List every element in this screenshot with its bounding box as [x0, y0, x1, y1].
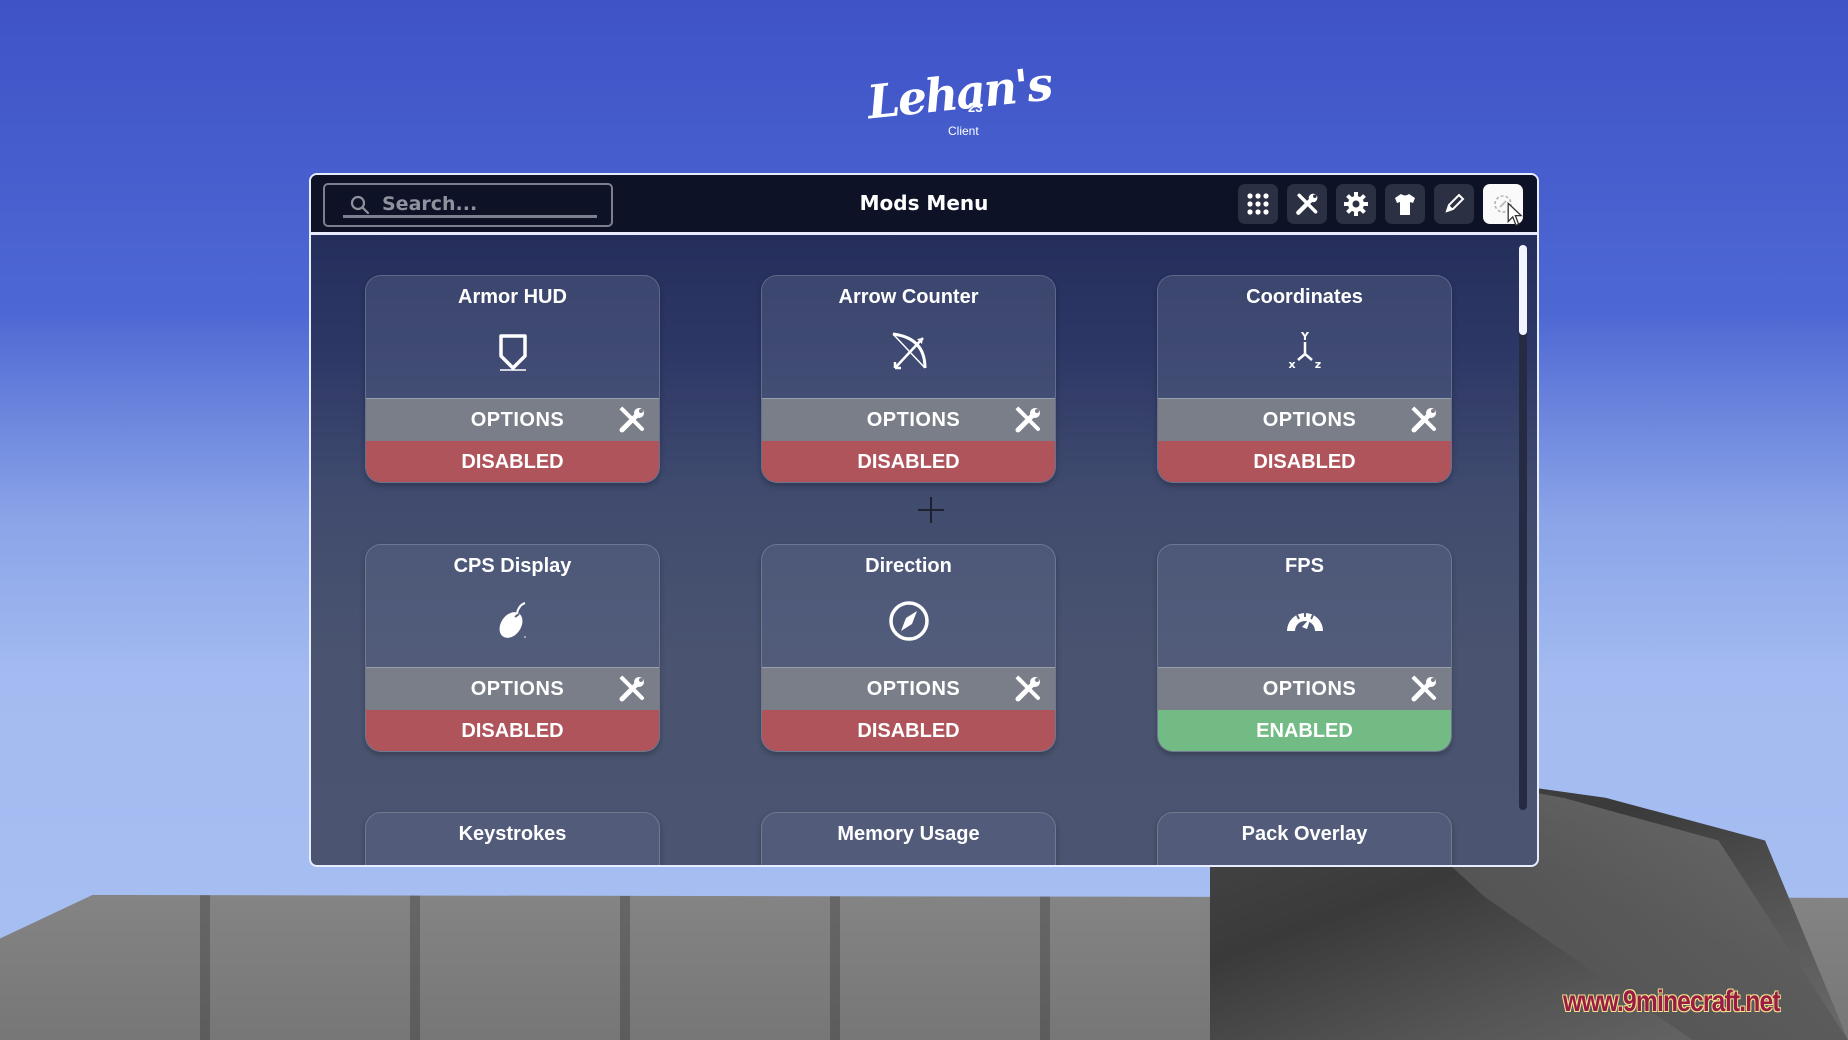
grid-icon	[1247, 193, 1269, 215]
toggle-status-button[interactable]: ENABLED	[1158, 710, 1451, 751]
bow-arrow-icon	[891, 332, 926, 370]
watermark: www.9minecraft.net	[1563, 985, 1781, 1018]
mods-grid: Armor HUD OPTIONS DISABLED Arrow Counter	[311, 175, 1537, 865]
tools-icon	[1015, 675, 1040, 702]
mod-card-arrow-counter: Arrow Counter OPTIONS DISABLED	[761, 275, 1056, 483]
scrollbar-thumb[interactable]	[1519, 245, 1527, 335]
options-button[interactable]: OPTIONS	[762, 398, 1055, 441]
toggle-status-button[interactable]: DISABLED	[762, 441, 1055, 482]
options-button[interactable]: OPTIONS	[1158, 398, 1451, 441]
gear-icon	[1344, 192, 1368, 216]
shield-icon	[498, 334, 527, 371]
mod-card-fps: FPS OPTIONS ENABLED	[1157, 544, 1452, 752]
mod-card-armor-hud: Armor HUD OPTIONS DISABLED	[365, 275, 660, 483]
options-button[interactable]: OPTIONS	[366, 398, 659, 441]
mod-title: Arrow Counter	[838, 286, 979, 308]
svg-text:Y: Y	[1300, 330, 1310, 343]
settings-button[interactable]	[1336, 184, 1376, 224]
panel-header: Mods Menu	[311, 175, 1537, 235]
mods-grid-button[interactable]	[1238, 184, 1278, 224]
mod-title: Direction	[865, 555, 952, 577]
mod-card-memory-usage: Memory Usage	[761, 812, 1056, 865]
options-label: OPTIONS	[866, 409, 961, 431]
crosshair-icon	[918, 497, 944, 523]
mod-card-keystrokes: Keystrokes	[365, 812, 660, 865]
mouse-icon	[499, 602, 526, 638]
toolbar	[1238, 184, 1523, 227]
tools-icon	[1411, 675, 1436, 702]
pencil-icon	[1445, 193, 1465, 213]
mod-title: Memory Usage	[837, 823, 980, 845]
options-button[interactable]: OPTIONS	[366, 667, 659, 710]
options-label: OPTIONS	[866, 678, 961, 700]
toggle-status-button[interactable]: DISABLED	[366, 710, 659, 751]
svg-text:z: z	[1314, 358, 1320, 371]
logo-subtitle: Client	[948, 124, 979, 138]
xyz-axes-icon: Y x z	[1288, 330, 1321, 371]
mod-card-cps-display: CPS Display OPTIONS DISABLED	[365, 544, 660, 752]
search-underline	[343, 215, 597, 218]
edit-hud-button[interactable]	[1434, 184, 1474, 224]
mod-card-pack-overlay: Pack Overlay	[1157, 812, 1452, 865]
mods-menu-panel: Armor HUD OPTIONS DISABLED Arrow Counter	[309, 173, 1539, 867]
toggle-status-button[interactable]: DISABLED	[762, 710, 1055, 751]
logo-script: Lehan's	[864, 56, 1054, 130]
options-button[interactable]: OPTIONS	[762, 667, 1055, 710]
profile-button[interactable]	[1483, 184, 1523, 227]
mod-title: FPS	[1285, 555, 1324, 577]
cosmetics-button[interactable]	[1385, 184, 1425, 224]
tools-icon	[619, 406, 644, 433]
options-label: OPTIONS	[1262, 678, 1357, 700]
mod-card-direction: Direction OPTIONS DISABLED	[761, 544, 1056, 752]
tools-button[interactable]	[1287, 184, 1327, 224]
tools-icon	[619, 675, 644, 702]
toggle-status-button[interactable]: DISABLED	[1158, 441, 1451, 482]
logo-number: 23	[968, 100, 983, 115]
mod-card-coordinates: Coordinates Y x z OPTIONS DISABLED	[1157, 275, 1452, 483]
shirt-icon	[1395, 194, 1415, 215]
tools-icon	[1296, 193, 1318, 215]
mod-title: CPS Display	[453, 555, 572, 577]
options-button[interactable]: OPTIONS	[1158, 667, 1451, 710]
options-label: OPTIONS	[470, 678, 565, 700]
mouse-cursor-icon	[1507, 202, 1523, 227]
toggle-status-button[interactable]: DISABLED	[366, 441, 659, 482]
mod-title: Pack Overlay	[1241, 823, 1368, 845]
tools-icon	[1411, 406, 1436, 433]
mod-title: Coordinates	[1246, 286, 1363, 308]
options-label: OPTIONS	[470, 409, 565, 431]
svg-text:x: x	[1288, 358, 1295, 371]
tools-icon	[1015, 406, 1040, 433]
compass-icon	[888, 601, 929, 641]
options-label: OPTIONS	[1262, 409, 1357, 431]
speedometer-icon	[1286, 612, 1323, 631]
scrollbar[interactable]	[1519, 245, 1527, 810]
mod-title: Armor HUD	[458, 286, 567, 308]
mod-title: Keystrokes	[458, 823, 567, 845]
client-logo: Lehan's 23 Client	[862, 57, 1054, 152]
